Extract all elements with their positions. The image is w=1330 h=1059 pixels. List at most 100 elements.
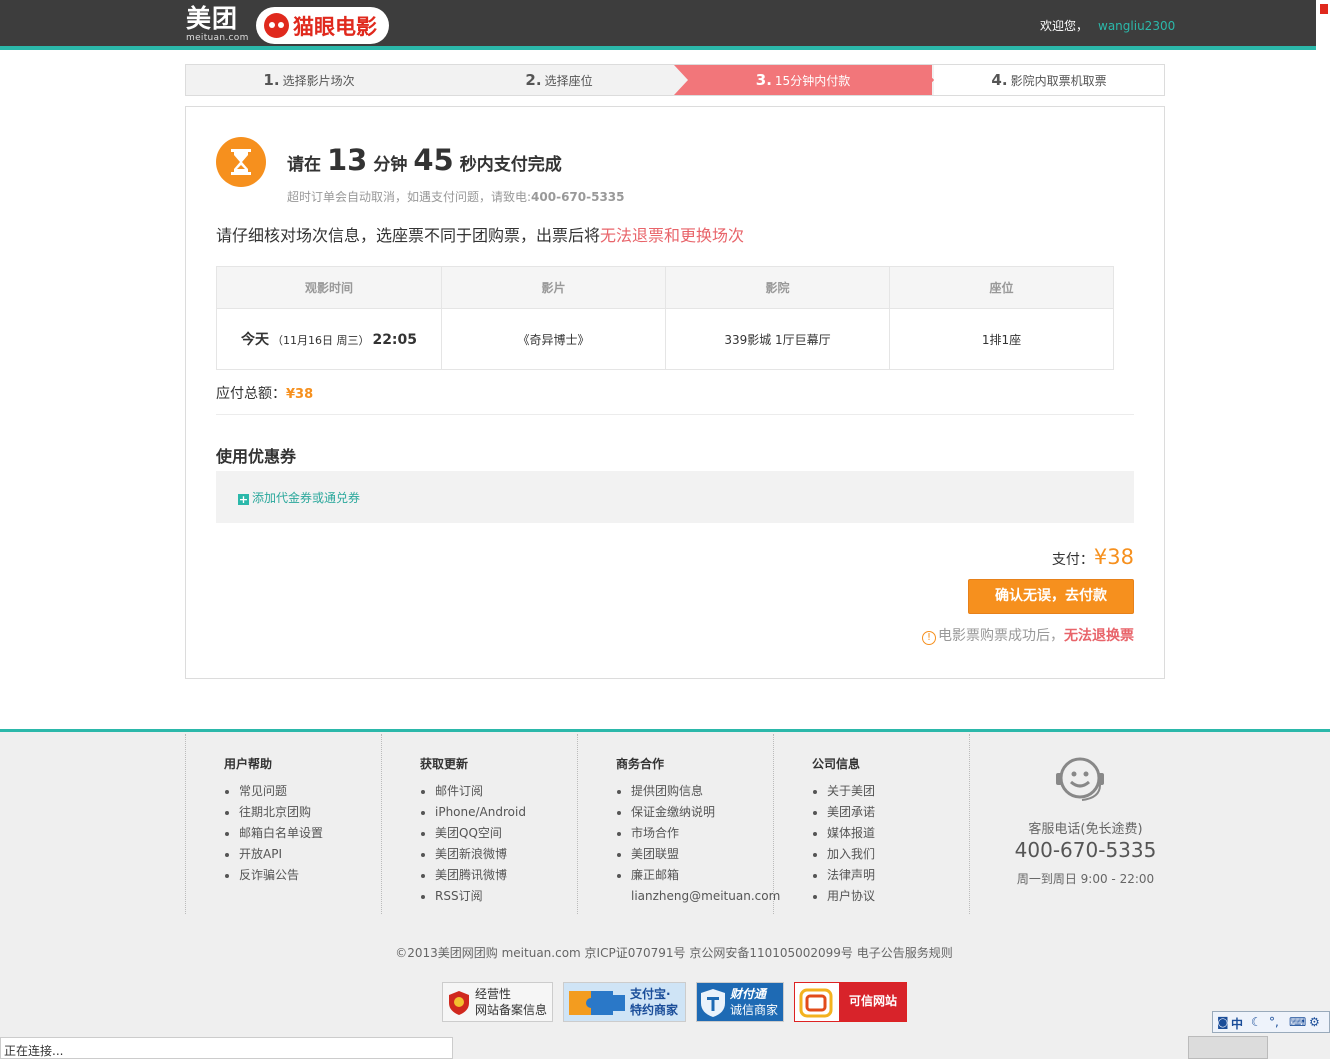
settings-icon[interactable]: ⚙ bbox=[1309, 1015, 1320, 1029]
trusted-site-icon bbox=[799, 988, 833, 1018]
badge-icp[interactable]: 经营性 网站备案信息 bbox=[442, 982, 553, 1022]
total-amount: 应付总额：¥38 bbox=[216, 386, 314, 402]
footer-link[interactable]: 用户协议 bbox=[827, 886, 875, 907]
moon-icon[interactable]: ☾ bbox=[1251, 1015, 1262, 1029]
trust-badges: 经营性 网站备案信息 支付宝· 特约商家 财付通 诚信商家 可信网站 bbox=[0, 982, 1330, 1024]
footer-link[interactable]: 媒体报道 bbox=[827, 823, 875, 844]
service-label: 客服电话(免长途费) bbox=[1028, 822, 1143, 837]
header-seat: 座位 bbox=[889, 266, 1114, 309]
meituan-logo-domain: meituan.com bbox=[186, 33, 249, 43]
confirm-pay-button[interactable]: 确认无误，去付款 bbox=[968, 579, 1134, 614]
footer-link[interactable]: 美团新浪微博 bbox=[435, 844, 526, 865]
ime-mode[interactable]: 中 bbox=[1231, 1015, 1243, 1032]
keyboard-icon[interactable]: ⌨ bbox=[1289, 1015, 1306, 1029]
support-phone: 400-670-5335 bbox=[531, 190, 625, 204]
customer-service-icon bbox=[1056, 757, 1104, 801]
order-info-table: 观影时间 影片 影院 座位 今天 （11月16日 周三） 22:05 《奇异博士》 … bbox=[216, 266, 1114, 370]
order-steps: 1. 选择影片场次 2. 选择座位 3. 15分钟内付款 4. 影院内取票机取票 bbox=[185, 64, 1165, 96]
countdown-minutes: 13 bbox=[327, 143, 368, 177]
footer-link[interactable]: 保证金缴纳说明 bbox=[631, 802, 780, 823]
username-link[interactable]: wangliu2300 bbox=[1098, 19, 1175, 33]
ime-logo-icon: ◙ bbox=[1217, 1015, 1229, 1029]
footer-link[interactable]: 往期北京团购 bbox=[239, 802, 323, 823]
browser-status-bar: 正在连接... bbox=[0, 1037, 453, 1059]
footer-col-title: 公司信息 bbox=[812, 757, 861, 771]
welcome-text: 欢迎您， bbox=[1040, 19, 1089, 33]
coupon-title: 使用优惠券 bbox=[216, 447, 297, 466]
maoyan-logo[interactable]: 猫眼电影 bbox=[256, 7, 389, 44]
footer-link[interactable]: 美团腾讯微博 bbox=[435, 865, 526, 886]
feedback-corner-icon[interactable] bbox=[1316, 0, 1330, 50]
step-1: 1. 选择影片场次 bbox=[263, 71, 355, 89]
divider bbox=[216, 414, 1134, 415]
service-phone: 400-670-5335 bbox=[1014, 838, 1157, 862]
step-2: 2. 选择座位 bbox=[525, 71, 593, 89]
step-4: 4. 影院内取票机取票 bbox=[934, 65, 1164, 95]
copyright: ©2013美团网团购 meituan.com 京ICP证070791号 京公网安… bbox=[395, 946, 953, 960]
footer-col-updates: 获取更新 邮件订阅 iPhone/Android 美团QQ空间 美团新浪微博 美… bbox=[381, 734, 577, 914]
footer-email-link[interactable]: lianzheng@meituan.com bbox=[631, 886, 780, 907]
footer-link[interactable]: 美团QQ空间 bbox=[435, 823, 526, 844]
footer-link[interactable]: 市场合作 bbox=[631, 823, 780, 844]
seat-cell: 1排1座 bbox=[889, 308, 1114, 370]
header-cinema: 影院 bbox=[665, 266, 890, 309]
badge-alipay[interactable]: 支付宝· 特约商家 bbox=[563, 982, 686, 1022]
shield-icon bbox=[701, 989, 725, 1017]
cinema-cell: 339影城 1厅巨幕厅 bbox=[665, 308, 890, 370]
top-bar: 美团 meituan.com 猫眼电影 欢迎您， wangliu2300 bbox=[0, 0, 1330, 50]
movie-cell: 《奇异博士》 bbox=[441, 308, 666, 370]
footer-link[interactable]: 法律声明 bbox=[827, 865, 875, 886]
footer-col-business: 商务合作 提供团购信息 保证金缴纳说明 市场合作 美团联盟 廉正邮箱 lianz… bbox=[577, 734, 780, 914]
footer-col-title: 商务合作 bbox=[616, 757, 665, 771]
header-movie: 影片 bbox=[441, 266, 666, 309]
footer-link[interactable]: 美团承诺 bbox=[827, 802, 875, 823]
footer-col-company: 公司信息 关于美团 美团承诺 媒体报道 加入我们 法律声明 用户协议 bbox=[773, 734, 970, 914]
showtime-cell: 今天 （11月16日 周三） 22:05 bbox=[216, 308, 442, 370]
maoyan-logo-text: 猫眼电影 bbox=[293, 15, 377, 39]
welcome-area: 欢迎您， wangliu2300 bbox=[1040, 17, 1175, 34]
table-row: 今天 （11月16日 周三） 22:05 《奇异博士》 339影城 1厅巨幕厅 1排… bbox=[216, 308, 1114, 370]
emblem-icon bbox=[449, 991, 469, 1015]
step-3-active: 3. 15分钟内付款 bbox=[674, 65, 932, 95]
customer-service: 客服电话(免长途费) 400-670-5335 周一到周日 9:00 - 22:… bbox=[970, 734, 1201, 914]
countdown-text: 请在 13 分钟 45 秒内支付完成 bbox=[287, 143, 562, 177]
header-showtime: 观影时间 bbox=[216, 266, 442, 309]
puzzle-icon bbox=[569, 991, 625, 1015]
coupon-box: + 添加代金券或通兑券 bbox=[216, 471, 1134, 523]
footer-link[interactable]: iPhone/Android bbox=[435, 802, 526, 823]
footer-col-title: 用户帮助 bbox=[224, 757, 273, 771]
service-hours: 周一到周日 9:00 - 22:00 bbox=[1016, 872, 1155, 886]
footer-link[interactable]: 常见问题 bbox=[239, 781, 323, 802]
footer-link[interactable]: 邮件订阅 bbox=[435, 781, 526, 802]
footer-link[interactable]: 反诈骗公告 bbox=[239, 865, 323, 886]
footer: 用户帮助 常见问题 往期北京团购 邮箱白名单设置 开放API 反诈骗公告 获取更… bbox=[0, 729, 1330, 1059]
footer-link[interactable]: 开放API bbox=[239, 844, 323, 865]
hourglass-icon bbox=[216, 137, 266, 187]
pay-amount: 支付：¥38 bbox=[1051, 545, 1134, 569]
check-info-notice: 请仔细核对场次信息，选座票不同于团购票，出票后将无法退票和更换场次 bbox=[216, 226, 745, 245]
footer-link[interactable]: 廉正邮箱 bbox=[631, 865, 780, 886]
footer-link[interactable]: 邮箱白名单设置 bbox=[239, 823, 323, 844]
footer-link[interactable]: 加入我们 bbox=[827, 844, 875, 865]
add-coupon-link[interactable]: + 添加代金券或通兑券 bbox=[238, 489, 360, 506]
countdown-seconds: 45 bbox=[413, 143, 454, 177]
step-arrow bbox=[674, 65, 688, 95]
badge-tenpay[interactable]: 财付通 诚信商家 bbox=[696, 982, 784, 1022]
timeout-notice: 超时订单会自动取消，如遇支付问题，请致电:400-670-5335 bbox=[287, 190, 625, 204]
plus-icon: + bbox=[238, 493, 249, 506]
footer-link[interactable]: 美团联盟 bbox=[631, 844, 780, 865]
badge-trusted-site[interactable]: 可信网站 bbox=[794, 982, 907, 1022]
meituan-logo[interactable]: 美团 meituan.com bbox=[186, 4, 249, 45]
footer-link[interactable]: RSS订阅 bbox=[435, 886, 526, 907]
warning-icon: ! bbox=[922, 631, 936, 645]
meituan-logo-text: 美团 bbox=[186, 4, 239, 33]
ime-toolbar[interactable]: ◙ 中 ☾ °, ⌨ ⚙ bbox=[1212, 1011, 1330, 1033]
step-arrow bbox=[920, 65, 934, 95]
footer-link[interactable]: 关于美团 bbox=[827, 781, 875, 802]
order-panel: 请在 13 分钟 45 秒内支付完成 超时订单会自动取消，如遇支付问题，请致电:400-… bbox=[185, 106, 1165, 679]
punctuation-icon[interactable]: °, bbox=[1269, 1015, 1279, 1029]
footer-col-title: 获取更新 bbox=[420, 757, 469, 771]
footer-link[interactable]: 提供团购信息 bbox=[631, 781, 780, 802]
refund-tip: ! 电影票购票成功后，无法退换票 bbox=[922, 625, 1134, 645]
ime-secondary-toolbar bbox=[1188, 1036, 1268, 1059]
